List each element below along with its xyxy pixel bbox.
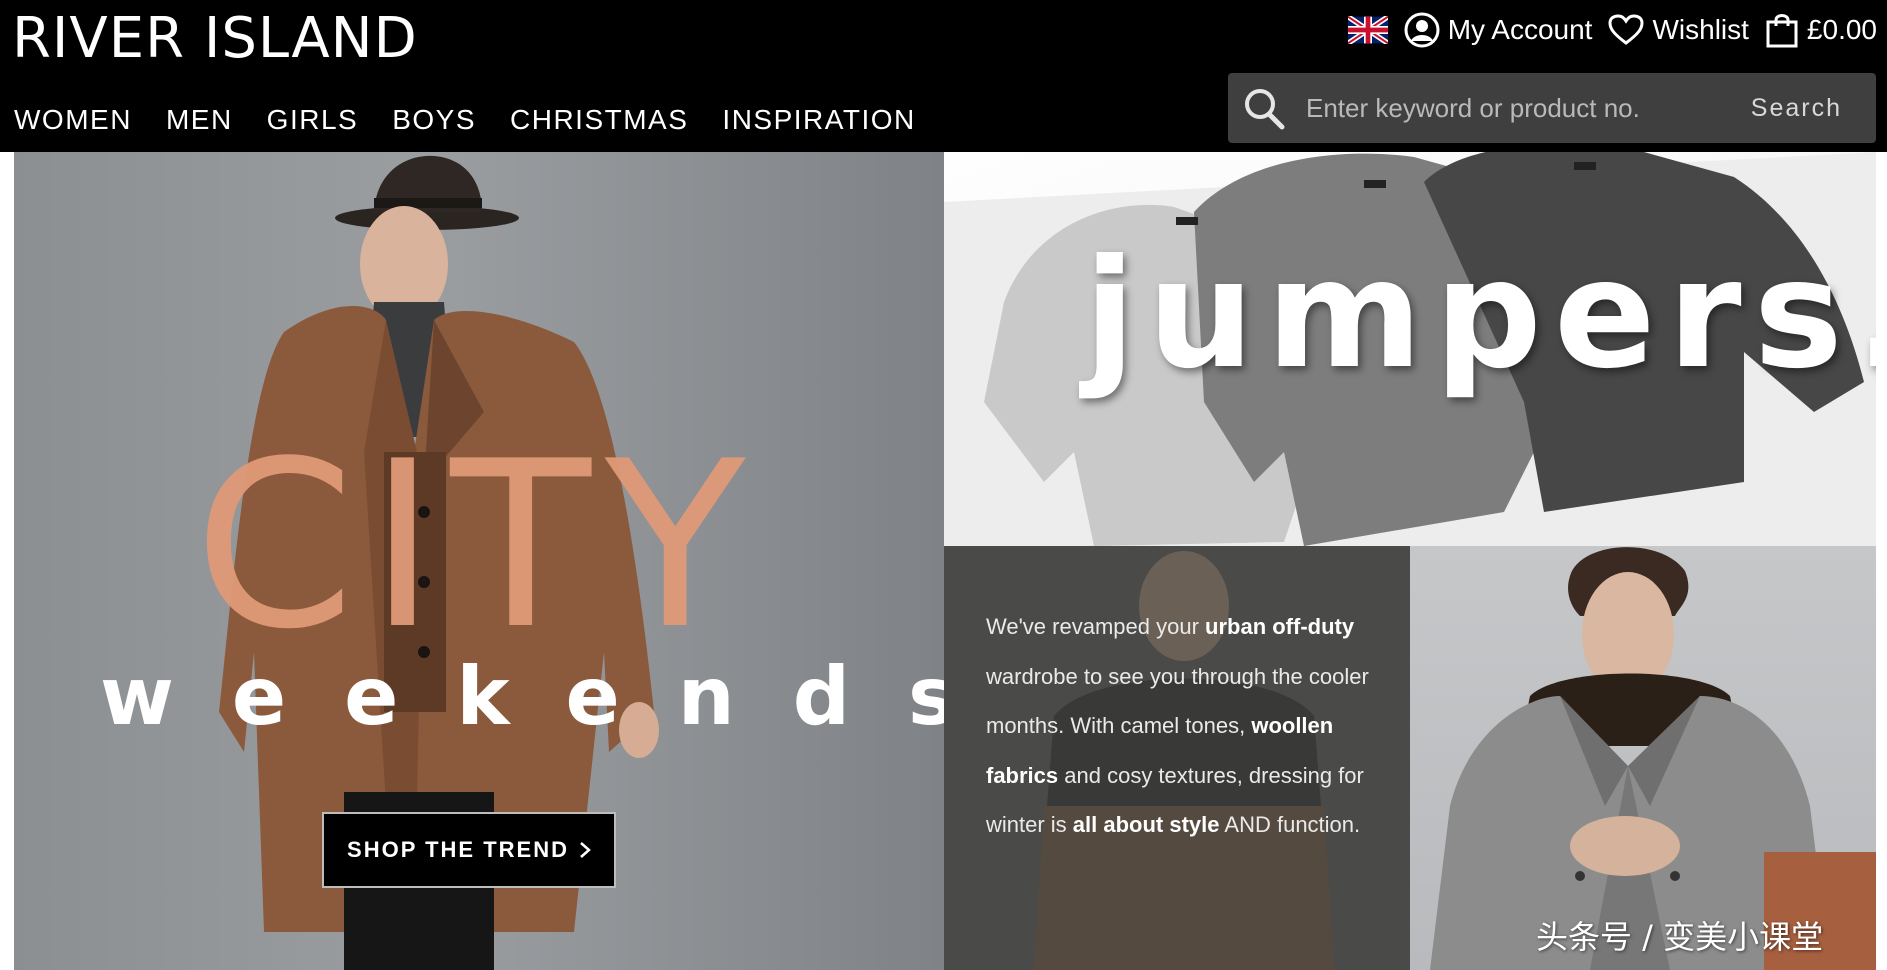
jumpers-title: jumpers. [1084,228,1876,402]
grey-coat-model-tile[interactable] [1410,546,1876,970]
main-nav: WOMEN MEN GIRLS BOYS CHRISTMAS INSPIRATI… [14,102,916,138]
jumpers-banner[interactable]: jumpers. [944,152,1876,546]
editorial-copy: We've revamped your urban off-duty wardr… [986,602,1386,850]
nav-item-boys[interactable]: BOYS [392,102,476,138]
hero-title: CITY [194,413,760,680]
search-input[interactable] [1286,77,1751,139]
nav-item-men[interactable]: MEN [166,102,233,138]
nav-item-women[interactable]: WOMEN [14,102,132,138]
site-header: RIVER ISLAND My Account Wishlist £0.00 W… [0,0,1887,152]
search-bar: Search [1228,73,1876,143]
country-selector[interactable] [1347,16,1388,44]
bag-total: £0.00 [1806,14,1877,45]
chevron-right-icon [580,842,591,858]
shop-the-trend-button[interactable]: SHOP THE TREND [322,812,616,888]
editorial-bold-segment: all about style [1072,812,1220,837]
brand-logo[interactable]: RIVER ISLAND [12,6,418,72]
heart-icon [1608,14,1644,45]
editorial-segment: AND function. [1219,812,1361,837]
shop-the-trend-label: SHOP THE TREND [347,837,569,862]
header-utilities: My Account Wishlist £0.00 [1347,8,1877,52]
nav-item-girls[interactable]: GIRLS [267,102,359,138]
editorial-text-tile: We've revamped your urban off-duty wardr… [944,546,1410,970]
search-button[interactable]: Search [1751,94,1842,123]
nav-item-inspiration[interactable]: INSPIRATION [722,102,915,138]
search-icon[interactable] [1242,86,1286,130]
nav-item-christmas[interactable]: CHRISTMAS [510,102,688,138]
my-account-link[interactable]: My Account [1404,12,1593,48]
source-watermark: 头条号 / 变美小课堂 [1536,918,1824,956]
wishlist-label: Wishlist [1652,14,1749,45]
editorial-bold-segment: urban off-duty [1205,614,1355,639]
hero-subtitle: weekends [100,650,944,743]
page-right-gutter [1876,152,1887,970]
shopping-bag-link[interactable]: £0.00 [1765,12,1877,48]
my-account-label: My Account [1447,14,1593,45]
city-weekends-banner[interactable]: CITY weekends SHOP THE TREND [14,152,944,970]
uk-flag-icon [1347,16,1388,44]
wishlist-link[interactable]: Wishlist [1608,14,1749,46]
editorial-segment: We've revamped your [986,614,1206,639]
shopping-bag-icon [1766,14,1798,48]
user-account-icon [1404,12,1440,48]
